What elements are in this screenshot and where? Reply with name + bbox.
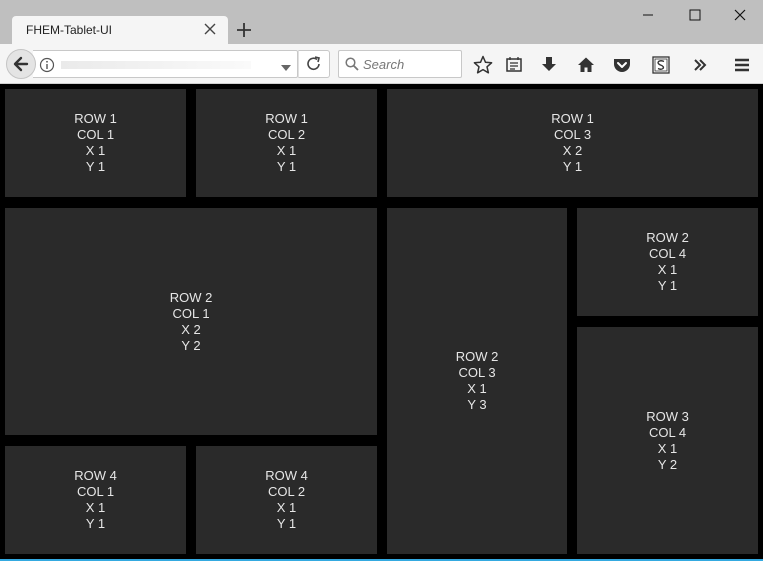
tile-label: ROW 1 COL 1 X 1 Y 1 xyxy=(74,111,117,175)
tile-y-label: Y 1 xyxy=(85,516,106,531)
tile-row1-col1[interactable]: ROW 1 COL 1 X 1 Y 1 xyxy=(5,89,186,197)
reading-list-icon[interactable] xyxy=(503,54,525,76)
tile-x-label: X 1 xyxy=(85,143,106,158)
title-bar: FHEM-Tablet-UI xyxy=(0,0,763,45)
tile-label: ROW 2 COL 4 X 1 Y 1 xyxy=(646,230,689,294)
tile-x-label: X 1 xyxy=(657,440,678,456)
minimize-window-button[interactable] xyxy=(625,0,671,30)
url-dropdown-icon[interactable] xyxy=(281,60,291,71)
tile-col-label: COL 4 xyxy=(648,246,687,261)
tile-row-label: ROW 2 xyxy=(455,349,499,364)
tile-row1-col3[interactable]: ROW 1 COL 3 X 2 Y 1 xyxy=(387,89,758,197)
tile-y-label: Y 1 xyxy=(276,159,297,174)
url-bar[interactable] xyxy=(33,50,298,78)
chevron-double-right-icon[interactable] xyxy=(689,54,711,76)
tile-x-label: X 2 xyxy=(181,321,201,337)
tile-y-label: Y 1 xyxy=(276,516,297,531)
search-icon xyxy=(345,57,359,71)
tile-label: ROW 4 COL 2 X 1 Y 1 xyxy=(265,468,308,532)
search-input[interactable] xyxy=(363,52,459,76)
maximize-window-button[interactable] xyxy=(672,0,718,30)
tile-label: ROW 1 COL 2 X 1 Y 1 xyxy=(265,111,308,175)
tile-col-label: COL 2 xyxy=(267,484,306,499)
tile-row-label: ROW 2 xyxy=(169,289,213,305)
tile-y-label: Y 1 xyxy=(562,159,583,174)
tile-row-label: ROW 1 xyxy=(265,111,308,126)
home-icon[interactable] xyxy=(575,54,597,76)
close-icon[interactable] xyxy=(202,21,218,37)
tile-label: ROW 3 COL 4 X 1 Y 2 xyxy=(646,409,689,473)
new-tab-plus-icon[interactable] xyxy=(234,20,254,40)
download-icon[interactable] xyxy=(538,54,560,76)
url-text[interactable] xyxy=(61,61,251,69)
back-arrow-icon xyxy=(13,56,29,72)
dashboard-grid: ROW 1 COL 1 X 1 Y 1 ROW 1 COL 2 X 1 Y 1 … xyxy=(0,85,763,561)
tile-col-label: COL 3 xyxy=(553,127,592,142)
tile-row2-col4[interactable]: ROW 2 COL 4 X 1 Y 1 xyxy=(577,208,758,316)
tile-row-label: ROW 1 xyxy=(551,111,594,126)
tile-x-label: X 1 xyxy=(276,143,297,158)
extension-s-icon[interactable] xyxy=(650,54,672,76)
tile-row4-col2[interactable]: ROW 4 COL 2 X 1 Y 1 xyxy=(196,446,377,554)
tile-row-label: ROW 4 xyxy=(265,468,308,483)
tile-x-label: X 1 xyxy=(85,500,106,515)
tile-x-label: X 1 xyxy=(657,262,678,277)
back-button[interactable] xyxy=(6,49,36,79)
tile-col-label: COL 2 xyxy=(267,127,306,142)
tile-y-label: Y 2 xyxy=(657,456,678,472)
tile-label: ROW 2 COL 3 X 1 Y 3 xyxy=(456,349,499,413)
tile-label: ROW 2 COL 1 X 2 Y 2 xyxy=(170,290,213,354)
hamburger-menu-icon[interactable] xyxy=(731,54,753,76)
tile-y-label: Y 1 xyxy=(85,159,106,174)
tile-row-label: ROW 4 xyxy=(74,468,117,483)
info-icon[interactable] xyxy=(39,57,55,73)
star-icon[interactable] xyxy=(472,54,494,76)
reload-icon xyxy=(307,56,320,70)
close-window-button[interactable] xyxy=(717,0,763,30)
reload-button[interactable] xyxy=(298,50,330,78)
tile-y-label: Y 2 xyxy=(181,337,201,353)
tile-col-label: COL 1 xyxy=(76,484,115,499)
tile-col-label: COL 1 xyxy=(172,305,210,321)
tile-y-label: Y 1 xyxy=(657,278,678,293)
tile-row-label: ROW 2 xyxy=(646,230,689,245)
tile-y-label: Y 3 xyxy=(467,397,487,412)
browser-tab[interactable]: FHEM-Tablet-UI xyxy=(12,16,228,45)
search-box[interactable] xyxy=(338,50,462,78)
tile-col-label: COL 1 xyxy=(76,127,115,142)
tile-x-label: X 2 xyxy=(562,143,583,158)
tile-col-label: COL 4 xyxy=(648,424,687,440)
tile-row-label: ROW 3 xyxy=(646,408,689,424)
tab-title: FHEM-Tablet-UI xyxy=(26,23,113,37)
navigation-bar xyxy=(0,44,763,84)
tile-row1-col2[interactable]: ROW 1 COL 2 X 1 Y 1 xyxy=(196,89,377,197)
pocket-icon[interactable] xyxy=(611,54,633,76)
tile-row2-col3[interactable]: ROW 2 COL 3 X 1 Y 3 xyxy=(387,208,567,554)
tile-row4-col1[interactable]: ROW 4 COL 1 X 1 Y 1 xyxy=(5,446,186,554)
tile-col-label: COL 3 xyxy=(458,365,496,380)
tile-row-label: ROW 1 xyxy=(74,111,117,126)
tile-x-label: X 1 xyxy=(276,500,297,515)
tile-label: ROW 1 COL 3 X 2 Y 1 xyxy=(551,111,594,175)
tile-label: ROW 4 COL 1 X 1 Y 1 xyxy=(74,468,117,532)
tile-x-label: X 1 xyxy=(467,381,487,396)
tile-row3-col4[interactable]: ROW 3 COL 4 X 1 Y 2 xyxy=(577,327,758,554)
tile-row2-col1[interactable]: ROW 2 COL 1 X 2 Y 2 xyxy=(5,208,377,435)
